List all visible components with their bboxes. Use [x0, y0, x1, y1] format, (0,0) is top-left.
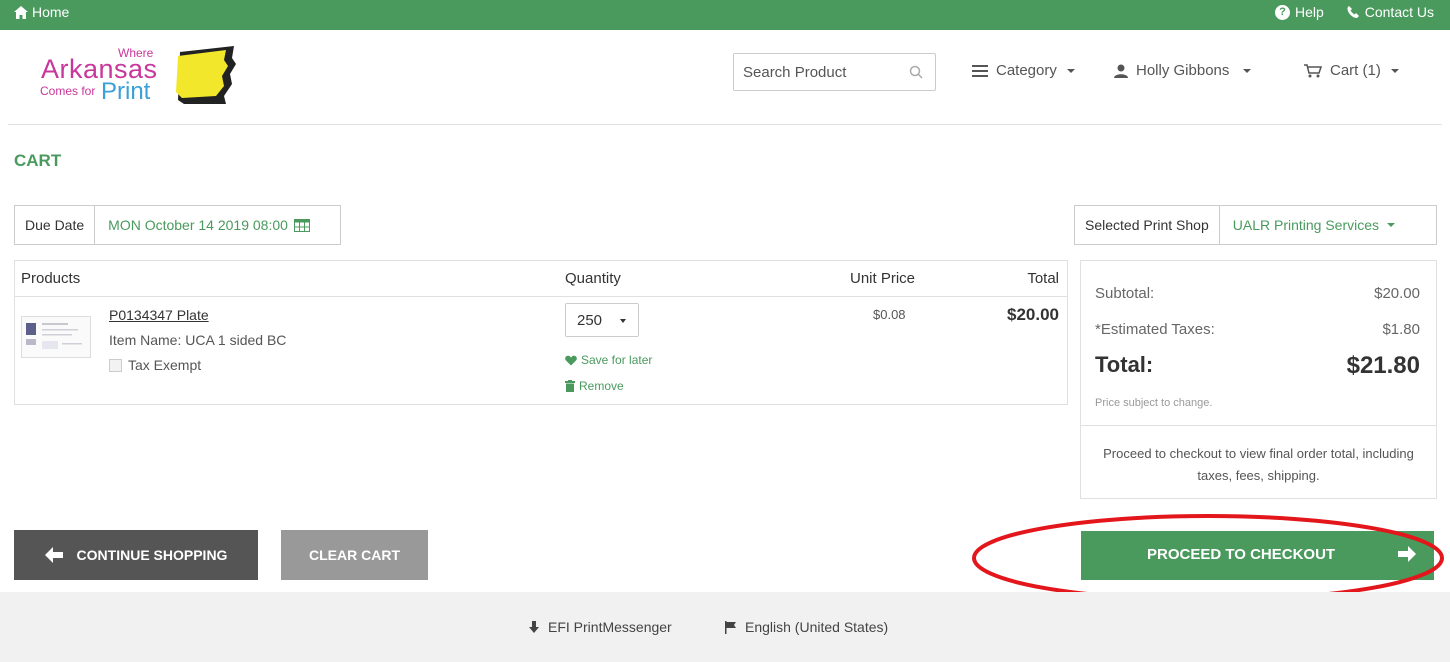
- heart-icon: [565, 355, 577, 365]
- price-note: Price subject to change.: [1095, 397, 1213, 409]
- download-icon: [529, 620, 539, 633]
- logo-comes-for: Comes for: [40, 84, 96, 98]
- summary-divider: [1081, 425, 1436, 426]
- header-products: Products: [21, 270, 81, 287]
- due-date-label: Due Date: [15, 206, 96, 244]
- subtotal-label: Subtotal:: [1095, 285, 1155, 302]
- line-total: $20.00: [1007, 305, 1059, 324]
- language-link[interactable]: English (United States): [725, 619, 888, 635]
- print-messenger-label: EFI PrintMessenger: [548, 619, 672, 635]
- item-name: Item Name: UCA 1 sided BC: [109, 332, 287, 348]
- print-messenger-link[interactable]: EFI PrintMessenger: [528, 619, 672, 635]
- top-bar: Home ? Help Contact Us: [0, 0, 1450, 30]
- user-icon: [1114, 64, 1128, 78]
- question-icon: ?: [1274, 4, 1290, 20]
- help-label: Help: [1294, 4, 1324, 20]
- clear-cart-button[interactable]: CLEAR CART: [281, 530, 428, 580]
- subtotal-value: $20.00: [1374, 285, 1420, 302]
- arkansas-map-icon: [176, 46, 236, 104]
- arrow-left-icon: [44, 547, 63, 563]
- tax-exempt-checkbox[interactable]: Tax Exempt: [109, 357, 201, 373]
- taxes-row: *Estimated Taxes: $1.80: [1095, 321, 1420, 338]
- header-quantity: Quantity: [565, 270, 621, 287]
- chevron-down-icon: [1390, 68, 1399, 73]
- help-link[interactable]: ? Help: [1274, 4, 1324, 20]
- user-menu[interactable]: Holly Gibbons: [1114, 62, 1252, 79]
- subtotal-row: Subtotal: $20.00: [1095, 285, 1420, 302]
- header-divider: [8, 124, 1442, 125]
- site-logo[interactable]: Where Arkansas Comes for Print: [40, 44, 240, 110]
- print-shop-select[interactable]: Selected Print Shop UALR Printing Servic…: [1074, 205, 1437, 245]
- trash-icon: [565, 380, 575, 392]
- phone-icon: [1347, 6, 1359, 18]
- remove-label: Remove: [579, 379, 624, 393]
- search-icon[interactable]: [909, 65, 923, 79]
- print-shop-value[interactable]: UALR Printing Services: [1220, 217, 1396, 233]
- cart-menu[interactable]: Cart (1): [1304, 62, 1399, 79]
- print-shop-label: Selected Print Shop: [1075, 206, 1220, 244]
- contact-link[interactable]: Contact Us: [1346, 4, 1434, 20]
- save-for-later-link[interactable]: Save for later: [565, 353, 652, 367]
- tax-exempt-label: Tax Exempt: [128, 357, 202, 373]
- category-label: Category: [996, 62, 1057, 79]
- flag-icon: [725, 620, 736, 634]
- cart-label: Cart (1): [1330, 62, 1381, 79]
- due-date-value[interactable]: MON October 14 2019 08:00: [95, 217, 310, 233]
- product-link[interactable]: P0134347 Plate: [109, 307, 209, 323]
- taxes-value: $1.80: [1382, 321, 1420, 338]
- quantity-select[interactable]: 250: [565, 303, 639, 337]
- save-for-later-label: Save for later: [581, 353, 653, 367]
- total-value: $21.80: [1346, 352, 1420, 379]
- order-summary: Subtotal: $20.00 *Estimated Taxes: $1.80…: [1080, 260, 1437, 499]
- page-title: CART: [14, 151, 62, 170]
- proceed-to-checkout-button[interactable]: PROCEED TO CHECKOUT: [1081, 531, 1434, 580]
- table-header: Products Quantity Unit Price Total: [15, 261, 1067, 297]
- checkout-info: Proceed to checkout to view final order …: [1103, 446, 1414, 483]
- chevron-down-icon: [620, 319, 626, 323]
- footer: EFI PrintMessenger English (United State…: [0, 592, 1450, 662]
- continue-shopping-button[interactable]: CONTINUE SHOPPING: [14, 530, 258, 580]
- search-input[interactable]: [734, 54, 899, 90]
- logo-print: Print: [101, 78, 151, 105]
- due-date-text: MON October 14 2019 08:00: [108, 217, 288, 233]
- menu-icon: [972, 64, 988, 77]
- unit-price: $0.08: [873, 307, 906, 322]
- arrow-right-icon: [1398, 546, 1416, 562]
- total-label: Total:: [1095, 352, 1154, 377]
- home-link[interactable]: Home: [14, 4, 69, 20]
- header-total: Total: [1027, 270, 1059, 287]
- header-unit-price: Unit Price: [850, 270, 916, 287]
- quantity-value: 250: [577, 311, 603, 329]
- products-table: Products Quantity Unit Price Total P0134…: [14, 260, 1068, 405]
- user-name: Holly Gibbons: [1136, 62, 1230, 79]
- product-thumbnail[interactable]: [21, 316, 91, 358]
- home-icon: [14, 5, 28, 19]
- chevron-down-icon: [1066, 68, 1075, 73]
- clear-cart-label: CLEAR CART: [309, 547, 400, 563]
- home-label: Home: [32, 4, 70, 20]
- due-date-field[interactable]: Due Date MON October 14 2019 08:00: [14, 205, 341, 245]
- search-box[interactable]: [733, 53, 936, 91]
- category-menu[interactable]: Category: [972, 62, 1075, 79]
- taxes-label: *Estimated Taxes:: [1095, 321, 1215, 338]
- language-label: English (United States): [745, 619, 889, 635]
- cart-icon: [1304, 63, 1322, 77]
- chevron-down-icon: [1387, 223, 1396, 227]
- calendar-icon[interactable]: [293, 218, 310, 232]
- checkbox-icon[interactable]: [109, 358, 122, 372]
- contact-label: Contact Us: [1364, 4, 1434, 20]
- proceed-to-checkout-label: PROCEED TO CHECKOUT: [1147, 546, 1336, 563]
- remove-link[interactable]: Remove: [565, 379, 624, 393]
- continue-shopping-label: CONTINUE SHOPPING: [76, 547, 228, 563]
- print-shop-text: UALR Printing Services: [1232, 217, 1380, 233]
- total-row: Total: $21.80: [1095, 352, 1420, 380]
- chevron-down-icon: [1243, 68, 1252, 73]
